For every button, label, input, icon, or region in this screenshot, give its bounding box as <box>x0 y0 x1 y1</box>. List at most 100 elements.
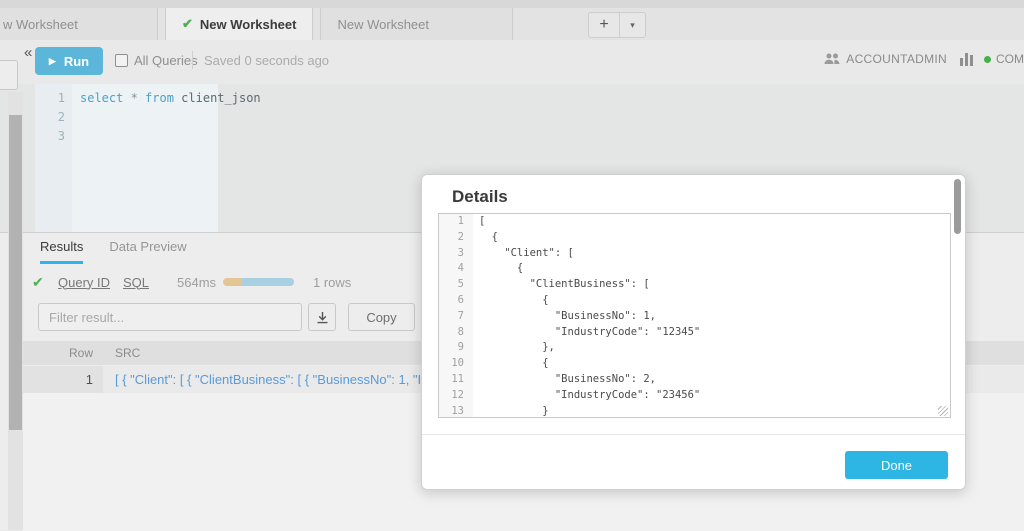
json-line: 7 "BusinessNo": 1, <box>439 308 950 325</box>
sql-keyword: from <box>145 91 174 105</box>
download-results-button[interactable] <box>308 303 336 331</box>
modal-footer-divider <box>422 434 965 435</box>
json-line: 10 { <box>439 356 950 372</box>
json-line-text: { <box>479 357 549 370</box>
all-queries-label: All Queries <box>134 53 198 68</box>
duration-bar-execute-segment <box>242 278 294 286</box>
line-number: 2 <box>57 110 65 124</box>
modal-title: Details <box>452 187 508 206</box>
snowflake-worksheet-screen: ✔ w Worksheet ✔ New Worksheet ✔ New Work… <box>0 0 1024 531</box>
json-line-text: { <box>479 262 524 275</box>
sql-code-line[interactable]: select * from client_json <box>80 89 261 108</box>
worksheet-tab-label: New Worksheet <box>199 16 297 32</box>
json-line-text: { <box>479 293 549 306</box>
collapse-sidebar-button[interactable]: « <box>24 44 32 61</box>
resize-handle[interactable] <box>938 406 948 416</box>
src-json-cell[interactable]: [ { "Client": [ { "ClientBusiness": [ { … <box>103 372 436 387</box>
worksheet-tab[interactable]: ✔ New Worksheet <box>165 8 314 40</box>
json-line-text: "ClientBusiness": [ <box>479 278 650 291</box>
worksheet-tabs: ✔ w Worksheet ✔ New Worksheet ✔ New Work… <box>0 8 520 40</box>
new-worksheet-button[interactable]: + <box>589 13 619 37</box>
saved-status-text: Saved 0 seconds ago <box>204 53 330 68</box>
line-number: 1 <box>57 91 65 105</box>
sidebar-panel-fragment <box>0 60 18 90</box>
json-line-text: [ <box>479 215 486 227</box>
json-detail-viewer[interactable]: 1 [ 2 { 3 "Client": [ 4 {5 "ClientBusin… <box>438 213 951 418</box>
json-line-text: "Client": [ <box>479 246 574 259</box>
json-line: 12 "IndustryCode": "23456" <box>439 387 950 404</box>
json-line: 1 [ <box>439 214 950 230</box>
details-modal: Details 1 [ 2 { 3 "Client": [4 {5 "Cli… <box>421 174 966 490</box>
line-number: 3 <box>57 129 65 143</box>
left-scrollbar-thumb[interactable] <box>9 115 22 430</box>
worksheet-tab[interactable]: ✔ New Worksheet <box>320 8 514 40</box>
row-number-cell: 1 <box>22 366 103 393</box>
sql-star: * <box>123 91 146 105</box>
warehouse-status-dot <box>984 55 991 63</box>
warehouse-name: COM <box>996 52 1024 66</box>
json-line-number: 5 <box>439 277 473 293</box>
json-line-number: 10 <box>439 356 473 372</box>
all-queries-checkbox[interactable] <box>115 54 128 67</box>
json-line-text: } <box>479 404 549 417</box>
users-icon <box>824 53 840 64</box>
rows-count: 1 rows <box>313 274 352 290</box>
json-line-number: 9 <box>439 340 473 357</box>
json-line: 6 { <box>439 292 950 309</box>
query-success-check-icon: ✔ <box>32 273 44 290</box>
json-line-text: "IndustryCode": "12345" <box>479 325 701 338</box>
worksheet-menu-dropdown[interactable]: ▾ <box>619 13 645 37</box>
json-line: 3 "Client": [ <box>439 245 950 262</box>
column-header-src[interactable]: SRC <box>103 346 140 360</box>
results-tabs: Results Data Preview <box>40 239 187 264</box>
query-id-link[interactable]: Query ID <box>58 275 110 290</box>
role-name: ACCOUNTADMIN <box>846 52 947 66</box>
window-top-strip <box>0 0 1024 8</box>
json-line-text: "BusinessNo": 1, <box>479 309 657 322</box>
worksheet-tab[interactable]: ✔ w Worksheet <box>0 8 158 40</box>
all-queries-toggle[interactable]: All Queries <box>115 53 198 68</box>
json-line-text: }, <box>479 341 555 354</box>
tab-results[interactable]: Results <box>40 239 84 264</box>
json-line-number: 6 <box>439 292 473 309</box>
json-line-number: 3 <box>439 245 473 262</box>
json-line: 13 } <box>439 403 950 417</box>
sql-keyword: select <box>80 91 124 105</box>
json-line: 5 "ClientBusiness": [ <box>439 277 950 293</box>
json-line: 11 "BusinessNo": 2, <box>439 371 950 388</box>
session-context-group[interactable]: ACCOUNTADMIN COM <box>824 52 1024 66</box>
json-line-number: 1 <box>439 214 473 230</box>
run-button-label: Run <box>63 53 90 69</box>
editor-line-number-gutter: 1 2 3 <box>35 84 72 232</box>
json-line-number: 13 <box>439 403 473 417</box>
json-line-number: 2 <box>439 229 473 246</box>
duration-bar-compile-segment <box>223 278 243 286</box>
download-icon <box>317 311 327 323</box>
check-icon: ✔ <box>182 16 193 31</box>
json-line-text: { <box>479 230 498 243</box>
done-button[interactable]: Done <box>845 451 948 479</box>
json-line: 8 "IndustryCode": "12345" <box>439 324 950 341</box>
json-line: 4 { <box>439 261 950 278</box>
json-line-number: 7 <box>439 308 473 325</box>
json-line-number: 11 <box>439 371 473 388</box>
worksheet-tab-bar: ✔ w Worksheet ✔ New Worksheet ✔ New Work… <box>0 0 1024 40</box>
play-icon: ▶ <box>48 55 56 66</box>
json-line: 9 }, <box>439 340 950 357</box>
tab-data-preview[interactable]: Data Preview <box>109 239 186 264</box>
toolbar-divider <box>192 51 193 69</box>
query-duration-bar <box>223 278 294 286</box>
filter-result-input[interactable] <box>38 303 302 331</box>
json-line-text: "BusinessNo": 2, <box>479 372 657 385</box>
worksheet-tab-label: New Worksheet <box>337 16 429 32</box>
sql-table-name: client_json <box>173 91 261 105</box>
copy-button[interactable]: Copy <box>348 303 415 331</box>
column-header-row[interactable]: Row <box>22 346 103 360</box>
sql-link[interactable]: SQL <box>123 275 149 290</box>
json-line-number: 8 <box>439 324 473 341</box>
json-line-text: "IndustryCode": "23456" <box>479 388 701 401</box>
json-line-number: 12 <box>439 387 473 404</box>
worksheet-toolbar: « ▶ Run All Queries Saved 0 seconds ago … <box>0 40 1024 84</box>
run-button[interactable]: ▶ Run <box>35 47 103 75</box>
json-scrollbar-thumb[interactable] <box>954 179 961 234</box>
